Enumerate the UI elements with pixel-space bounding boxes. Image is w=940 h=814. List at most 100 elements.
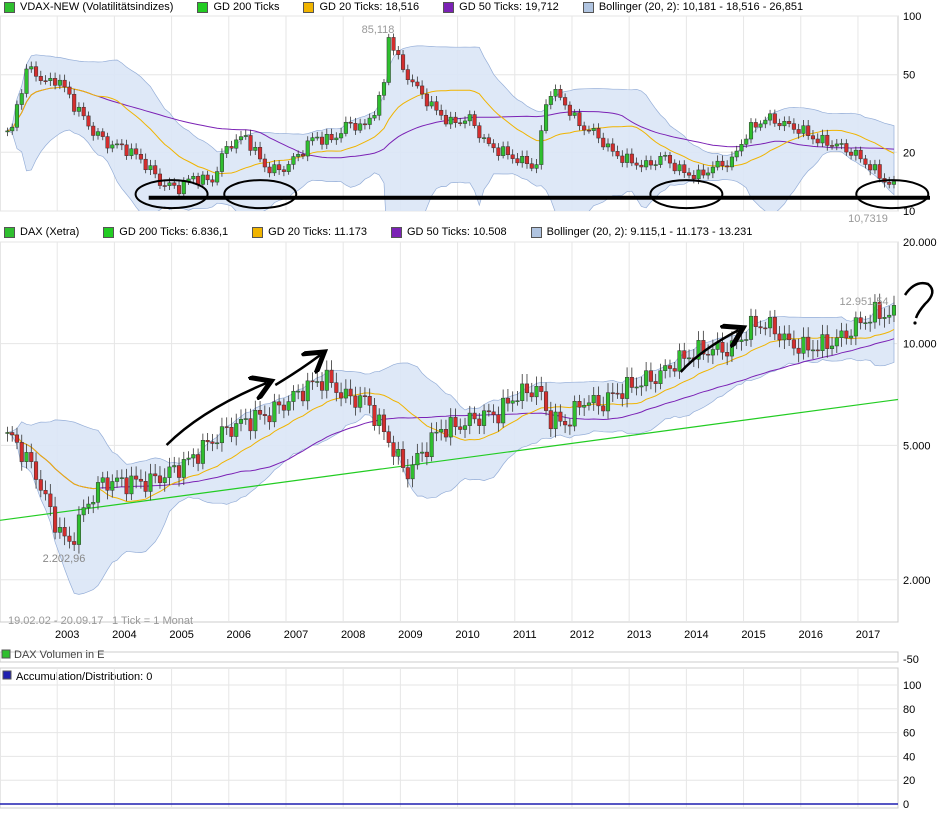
candle [544,104,549,131]
candle [401,54,406,70]
candle [763,327,768,330]
candle [95,131,101,136]
candle [591,128,596,131]
candle [339,133,344,139]
candle [148,165,153,171]
x-tick-label: 2004 [112,629,136,641]
candle [667,365,673,369]
candle [439,429,444,433]
candle [720,342,725,353]
candle [234,139,239,149]
candle [115,477,120,482]
candle [396,50,401,55]
candle [677,350,682,372]
candle [887,314,892,318]
candle [605,143,611,148]
candle [558,411,563,422]
candle [706,172,711,176]
candle [277,164,282,171]
candle [434,101,439,111]
x-tick-label: 2006 [227,629,251,641]
candle [534,164,539,169]
candle [138,154,143,160]
candle [348,121,353,124]
candle [143,481,148,492]
candle [510,400,515,404]
candle [653,164,658,166]
candle [38,479,43,491]
candle [815,138,820,144]
candle [377,414,382,426]
candle [663,155,668,157]
candle [415,81,420,87]
candle [262,158,267,168]
candle [229,146,234,149]
candle [358,395,363,408]
candle [834,337,839,347]
candle [601,137,606,148]
candle [119,143,124,146]
candle [648,370,653,382]
candle [386,37,391,83]
candle [453,116,458,123]
candle [734,340,739,342]
x-tick-label: 2011 [513,629,537,641]
candle [429,101,434,107]
candle [534,386,539,398]
candle [105,136,110,149]
vdax-panel: 100502010 85,118 10,7319 [0,11,921,225]
candle [620,155,625,163]
candle [119,477,124,479]
candle [48,78,53,81]
candle [529,163,534,169]
candle [362,395,367,397]
candle [567,424,572,427]
candle [167,182,172,186]
candle [429,432,434,458]
candle [787,121,792,124]
candle [815,349,820,352]
candle [424,93,429,107]
candle [176,465,182,478]
candle [849,335,854,339]
candle [176,185,182,195]
candle [882,317,887,319]
candle [186,457,191,460]
candle [386,431,391,443]
candle [19,93,24,105]
candle [615,151,620,157]
candle [72,541,77,545]
candle [772,316,777,335]
candle [324,369,329,391]
candle [472,412,477,420]
candle [300,390,305,402]
candle [243,135,248,137]
candle [358,123,363,131]
candle [372,404,377,426]
candle [138,478,143,482]
candle [610,392,615,394]
candle [524,156,530,164]
candle [377,95,382,116]
candle [687,357,692,360]
candle [563,421,568,426]
candle [477,125,482,139]
candle [806,336,811,351]
candle [863,158,868,165]
candle [891,181,897,185]
candle [544,391,549,411]
candle [381,414,387,432]
candle [281,404,286,411]
candle [710,166,715,174]
candle [758,326,763,329]
x-tick-label: 2010 [455,629,479,641]
candle [10,432,15,436]
candle [153,473,158,477]
candle [696,169,701,180]
candle [115,143,120,146]
candle [143,158,148,171]
candle [477,418,482,426]
vdax-low-label: 10,7319 [848,213,888,225]
candle [76,514,81,545]
candle [453,417,458,428]
